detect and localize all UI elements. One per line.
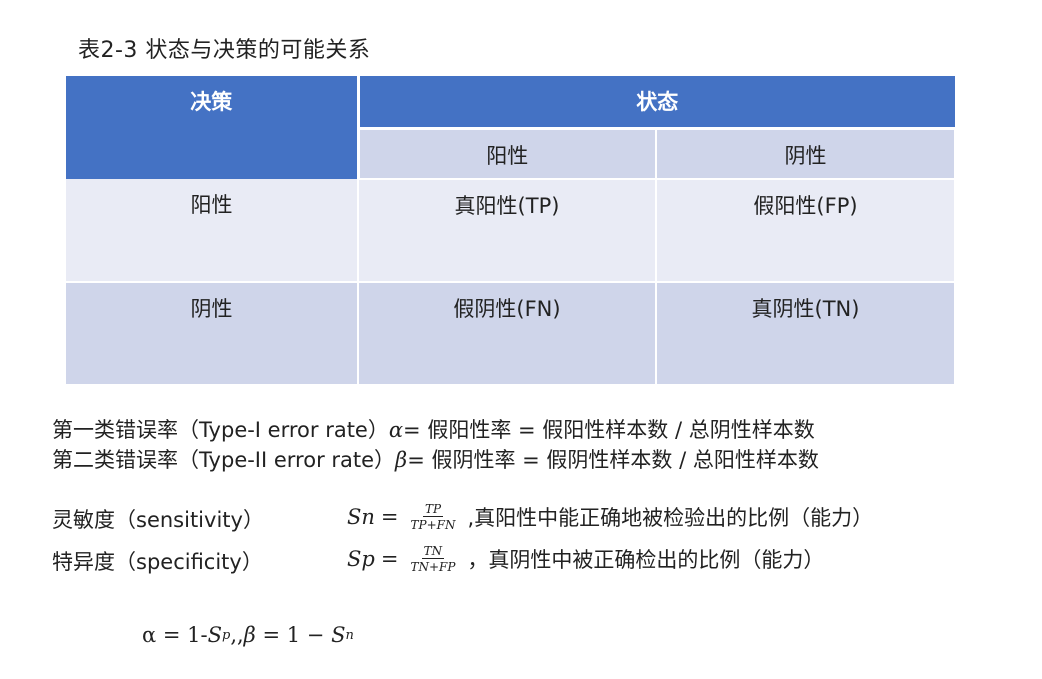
header-decision: 决策 [66,76,360,179]
header-state: 状态 [358,76,955,130]
type1-prefix: 第一类错误率（Type-I error rate） [52,418,389,442]
subheader-positive: 阳性 [358,128,657,180]
decision-state-table: 决策 状态 阳性 阴性 阳性 真阳性(TP) 假阳性(FP) 阴性 假阴性(FN… [66,76,956,384]
s-letter-n: S [331,623,346,647]
beta-symbol: β [395,448,408,472]
relation-separator: ,, [230,623,244,647]
table-caption: 表2-3 状态与决策的可能关系 [78,38,371,63]
sensitivity-formula: Sn = TP TP+FN ,真阳性中能正确地被检验出的比例（能力） [347,496,873,538]
type2-definition: = 假阴性率 = 假阴性样本数 / 总阳性样本数 [407,448,819,472]
cell-false-positive: 假阳性(FP) [656,179,956,283]
sn-denominator: TP+FN [410,518,456,532]
row-label-positive: 阳性 [66,179,359,283]
alpha-beta-relation: α = 1- Sp,, β = 1 − Sn [142,623,354,647]
sp-equals: = [380,547,399,571]
specificity-formula: Sp = TN TN+FP ，真阴性中被正确检出的比例（能力） [347,538,824,580]
s-letter-p: S [207,623,222,647]
type2-error-line: 第二类错误率（Type-II error rate）β= 假阴性率 = 假阴性样… [52,444,819,474]
sn-numerator: TP [422,502,444,517]
sp-numerator: TN [421,544,445,559]
sp-denominator: TN+FP [410,560,456,574]
cell-true-positive: 真阳性(TP) [358,179,657,283]
sn-symbol: Sn [347,505,375,529]
sub-n: n [345,627,354,643]
type1-definition: = 假阳性率 = 假阳性样本数 / 总阴性样本数 [403,418,815,442]
sn-fraction: TP TP+FN [409,502,458,532]
cell-false-negative: 假阴性(FN) [358,282,657,384]
alpha-symbol: α [388,418,404,442]
sp-symbol: Sp [347,547,375,571]
sub-p: p [221,627,231,643]
beta-relation-symbol: β [243,623,256,647]
alpha-part: α = 1- [142,623,208,647]
sn-equals: = [380,505,399,529]
sensitivity-label: 灵敏度（sensitivity） [52,508,264,532]
sp-fraction: TN TN+FP [408,544,457,574]
sensitivity-description: ,真阳性中能正确地被检验出的比例（能力） [467,506,874,530]
row-label-negative: 阴性 [66,282,359,384]
specificity-label: 特异度（specificity） [52,550,263,574]
type2-prefix: 第二类错误率（Type-II error rate） [52,448,396,472]
specificity-description: ，真阴性中被正确检出的比例（能力） [467,548,825,572]
beta-part: = 1 − [255,623,332,647]
table-row: 阴性 假阴性(FN) 真阴性(TN) [66,282,956,384]
cell-true-negative: 真阴性(TN) [656,282,956,384]
subheader-negative: 阴性 [656,128,956,180]
table-row: 阳性 真阳性(TP) 假阳性(FP) [66,179,956,283]
type1-error-line: 第一类错误率（Type-I error rate）α= 假阳性率 = 假阳性样本… [52,414,815,444]
